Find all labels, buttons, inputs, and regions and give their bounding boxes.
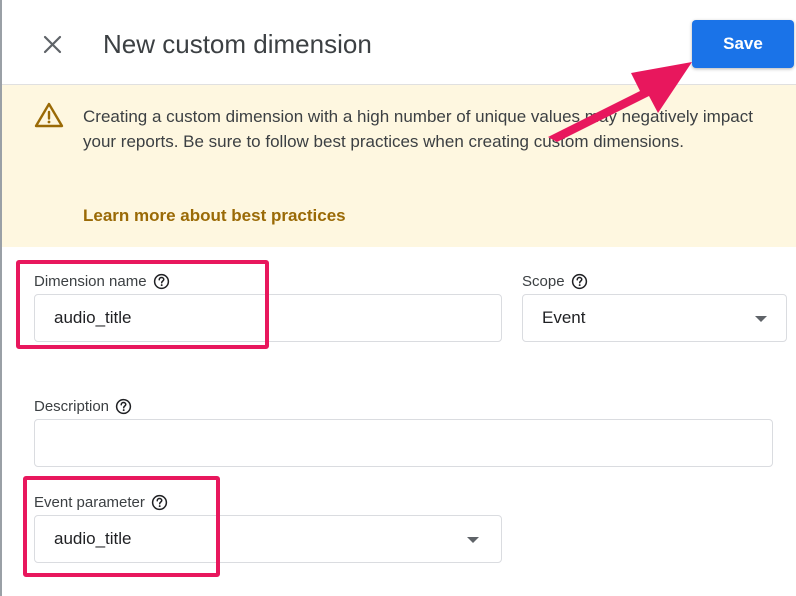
custom-dimension-dialog: New custom dimension Save Creating a cus… [0, 0, 796, 596]
description-field[interactable] [34, 419, 773, 467]
dialog-header: New custom dimension Save [2, 0, 796, 85]
description-label: Description [34, 398, 132, 415]
save-button[interactable]: Save [692, 20, 794, 68]
event-parameter-select[interactable]: audio_title [34, 515, 502, 563]
dimension-name-label-text: Dimension name [34, 273, 147, 290]
close-icon [43, 35, 62, 54]
dimension-name-field[interactable] [34, 294, 502, 342]
close-button[interactable] [36, 28, 68, 60]
event-parameter-label: Event parameter [34, 494, 168, 511]
scope-label: Scope [522, 273, 588, 290]
warning-message: Creating a custom dimension with a high … [83, 107, 753, 151]
help-icon[interactable] [571, 273, 588, 290]
learn-more-link[interactable]: Learn more about best practices [83, 206, 346, 226]
chevron-down-icon [467, 537, 479, 543]
description-label-text: Description [34, 398, 110, 415]
dialog-title: New custom dimension [103, 29, 372, 59]
help-icon[interactable] [153, 273, 170, 290]
scope-select[interactable]: Event [522, 294, 787, 342]
help-icon[interactable] [151, 494, 168, 511]
chevron-down-icon [755, 316, 767, 322]
warning-icon [34, 102, 64, 128]
event-parameter-label-text: Event parameter [34, 494, 145, 511]
help-icon[interactable] [115, 398, 132, 415]
dimension-name-label: Dimension name [34, 273, 170, 290]
scope-selected-value: Event [542, 308, 586, 327]
event-parameter-selected-value: audio_title [54, 529, 132, 548]
scope-label-text: Scope [522, 273, 565, 290]
